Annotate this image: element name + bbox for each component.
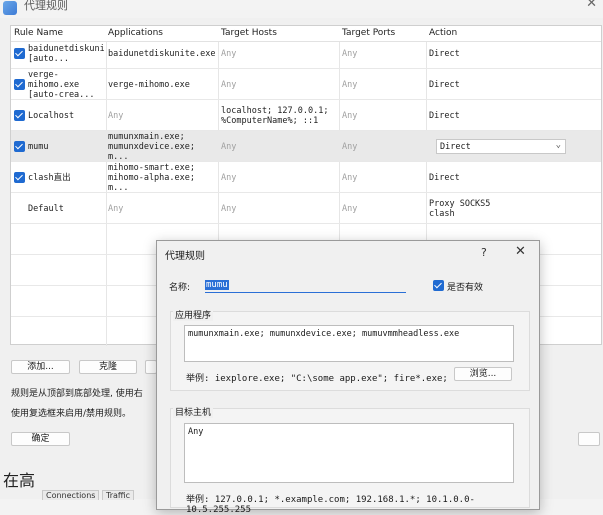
title-bar: 代理规则 ✕ (0, 0, 603, 18)
rule-apps: Any (108, 110, 124, 121)
enabled-checkbox[interactable] (433, 280, 444, 291)
apps-section-title: 应用程序 (173, 308, 214, 321)
table-row[interactable]: Default Any Any Any Proxy SOCKS5 clash (11, 193, 601, 224)
clone-rule-button[interactable]: 克隆 (79, 360, 137, 374)
rule-ports: Any (342, 48, 358, 59)
rule-action: Direct (429, 172, 460, 183)
table-row[interactable]: clash直出 mihomo-smart.exe; mihomo-alpha.e… (11, 162, 601, 193)
apps-textarea[interactable]: mumunxmain.exe; mumunxdevice.exe; mumuvm… (184, 325, 514, 362)
col-applications[interactable]: Applications (108, 28, 163, 38)
rule-enabled-checkbox[interactable] (14, 172, 25, 183)
rule-apps: baidunetdiskunite.exe (108, 48, 216, 59)
apps-example-text: 举例: iexplore.exe; "C:\some app.exe"; fir… (186, 374, 481, 384)
rule-hosts: Any (221, 141, 237, 152)
rule-name: Default (28, 203, 64, 214)
rule-hosts: Any (221, 203, 237, 214)
name-input-value: mumu (205, 280, 229, 290)
rule-apps: verge-mihomo.exe (108, 79, 190, 90)
table-row[interactable]: Localhost Any localhost; 127.0.0.1; %Com… (11, 100, 601, 131)
enabled-label: 是否有效 (447, 283, 484, 293)
rule-enabled-checkbox[interactable] (14, 48, 25, 59)
rule-hosts: Any (221, 79, 237, 90)
app-icon (3, 1, 17, 15)
rule-action: Direct (429, 110, 460, 121)
browse-button[interactable]: 浏览... (454, 367, 512, 381)
table-row[interactable]: baidunetdiskunite.exe [auto... baidunetd… (11, 38, 601, 69)
rule-hosts: localhost; 127.0.0.1; %ComputerName%; ::… (221, 105, 329, 126)
chevron-down-icon: ⌄ (555, 140, 561, 150)
rule-enabled-checkbox[interactable] (14, 110, 25, 121)
table-row-selected[interactable]: mumu mumunxmain.exe; mumunxdevice.exe; m… (11, 131, 601, 162)
rule-editor-dialog: 代理规则 ? ✕ 名称: mumu 是否有效 应用程序 mumunxmain.e… (156, 240, 540, 515)
rule-apps: Any (108, 203, 124, 214)
rule-hosts: Any (221, 48, 237, 59)
dialog-title: 代理规则 (165, 251, 205, 262)
background-tabs: Connections Traffic (42, 490, 135, 500)
add-rule-button[interactable]: 添加... (11, 360, 70, 374)
rule-name: Localhost (28, 110, 75, 121)
rule-name: baidunetdiskunite.exe [auto... (28, 43, 104, 64)
ok-button[interactable]: 确定 (11, 432, 70, 446)
rule-apps: mihomo-smart.exe; mihomo-alpha.exe; m... (108, 162, 195, 193)
rule-name: verge-mihomo.exe [auto-crea... (28, 69, 95, 100)
rule-ports: Any (342, 110, 358, 121)
close-icon[interactable]: ✕ (586, 0, 597, 11)
col-target-hosts[interactable]: Target Hosts (221, 28, 277, 38)
rule-action: Direct (429, 48, 460, 59)
action-dropdown[interactable]: Direct ⌄ (436, 139, 566, 154)
col-action[interactable]: Action (429, 28, 457, 38)
background-text: 在高 (3, 471, 36, 490)
window-title: 代理规则 (24, 0, 68, 12)
info-text-1: 规则是从顶部到底部处理, 使用右 (11, 389, 143, 399)
rule-ports: Any (342, 141, 358, 152)
help-icon[interactable]: ? (481, 246, 487, 259)
rule-apps: mumunxmain.exe; mumunxdevice.exe; m... (108, 131, 195, 162)
col-rule-name[interactable]: Rule Name (14, 28, 63, 38)
hosts-section-title: 目标主机 (173, 405, 214, 418)
hosts-example-text: 举例: 127.0.0.1; *.example.com; 192.168.1.… (186, 495, 475, 515)
rule-enabled-checkbox[interactable] (14, 79, 25, 90)
rule-enabled-checkbox[interactable] (14, 141, 25, 152)
rule-ports: Any (342, 172, 358, 183)
rule-action: Proxy SOCKS5 clash (429, 198, 491, 219)
rule-action: Direct (429, 79, 460, 90)
table-row[interactable]: verge-mihomo.exe [auto-crea... verge-mih… (11, 69, 601, 100)
rule-hosts: Any (221, 172, 237, 183)
cancel-button[interactable] (578, 432, 600, 446)
rule-name: clash直出 (28, 172, 71, 183)
hosts-textarea[interactable]: Any (184, 423, 514, 483)
col-target-ports[interactable]: Target Ports (342, 28, 395, 38)
close-icon[interactable]: ✕ (515, 244, 526, 259)
action-dropdown-value: Direct (440, 142, 471, 152)
hosts-group: 目标主机 Any 举例: 127.0.0.1; *.example.com; 1… (170, 405, 530, 515)
rule-ports: Any (342, 203, 358, 214)
apps-group: 应用程序 mumunxmain.exe; mumunxdevice.exe; m… (170, 308, 530, 391)
rule-name: mumu (28, 141, 49, 152)
name-input[interactable]: mumu (205, 280, 406, 293)
name-label: 名称: (169, 283, 191, 293)
info-text-2: 使用复选框来启用/禁用规则。 (11, 409, 132, 419)
rule-ports: Any (342, 79, 358, 90)
